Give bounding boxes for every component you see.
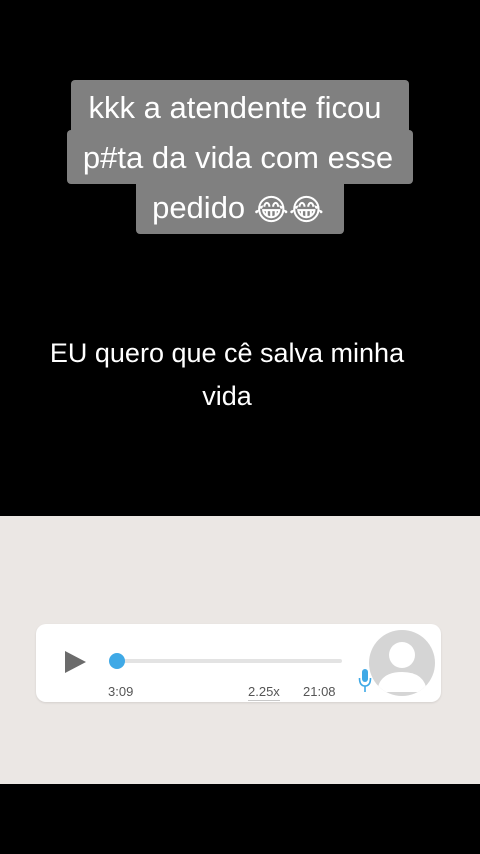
laughing-emoji: 😂😂	[253, 193, 324, 228]
default-avatar-icon[interactable]	[369, 630, 435, 696]
caption-line-3: pedido 😂😂	[136, 180, 344, 234]
video-subtitle: EU quero que cê salva minha vida	[0, 332, 454, 418]
caption-line-2: p#ta da vida com esse	[66, 130, 414, 184]
playback-speed-button[interactable]: 2.25x	[248, 684, 280, 701]
play-icon[interactable]	[62, 649, 88, 675]
avatar-silhouette	[377, 642, 427, 692]
voice-message-bubble: 3:09 2.25x 21:08	[36, 624, 441, 702]
audio-progress-track[interactable]	[116, 659, 342, 663]
elapsed-time: 3:09	[108, 684, 134, 699]
subtitle-line-2: vida	[202, 381, 252, 411]
caption-line-1: kkk a atendente ficou	[70, 80, 410, 134]
audio-scrubber-handle[interactable]	[109, 653, 125, 669]
chat-screenshot: 3:09 2.25x 21:08	[0, 516, 480, 784]
caption-line-3-text: pedido	[152, 190, 246, 225]
audio-duration: 21:08	[303, 684, 336, 699]
subtitle-line-1: EU quero que cê salva minha	[49, 338, 405, 368]
video-caption: kkk a atendente ficou p#ta da vida com e…	[0, 80, 480, 234]
